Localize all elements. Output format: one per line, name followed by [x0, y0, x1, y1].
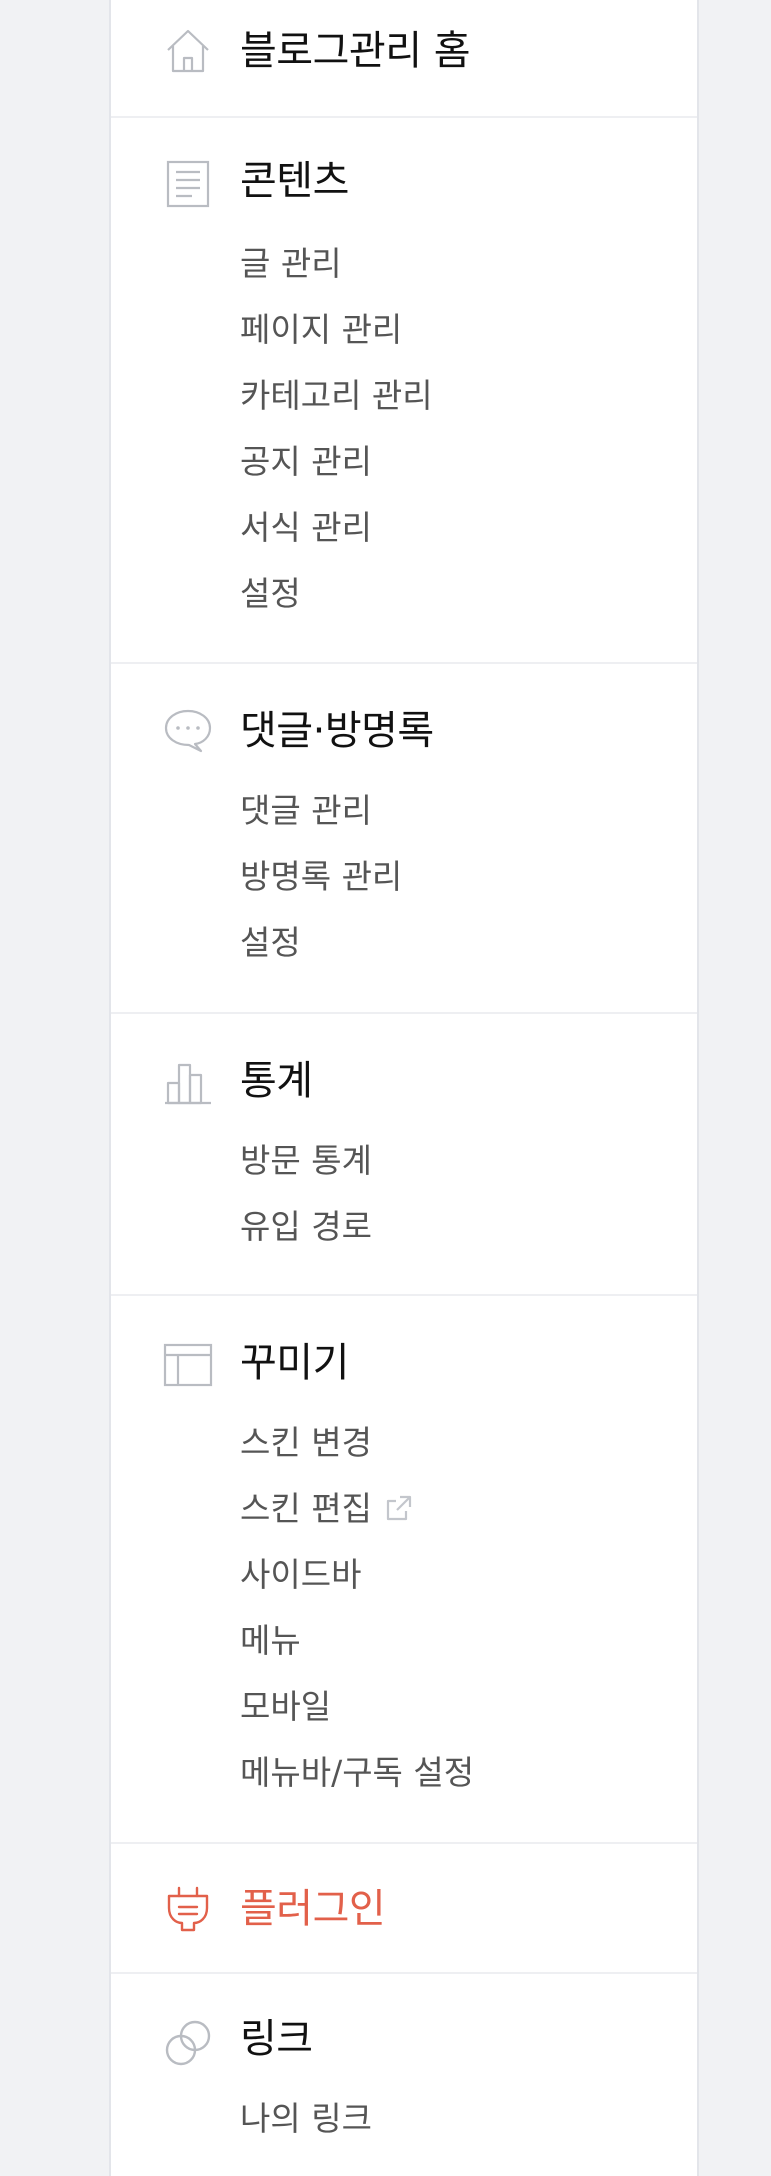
menu-comments-guestbook[interactable]: 댓글·방명록: [240, 706, 434, 756]
menu-skin-edit-label: 스킨 편집: [240, 1489, 372, 1528]
section-statistics: 통계 방문 통계 유입 경로: [111, 1014, 697, 1296]
menu-menubar-subscription-settings[interactable]: 메뉴바/구독 설정: [240, 1750, 474, 1816]
menu-category-management[interactable]: 카테고리 관리: [240, 373, 433, 439]
menu-design[interactable]: 꾸미기: [240, 1338, 349, 1388]
link-icon: [163, 2018, 213, 2068]
menu-visit-statistics[interactable]: 방문 통계: [240, 1138, 372, 1204]
menu-plugin[interactable]: 플러그인: [240, 1884, 386, 1934]
menu-comments-settings[interactable]: 설정: [240, 920, 402, 986]
document-icon: [163, 158, 213, 208]
external-link-icon: [384, 1493, 414, 1523]
menu-link[interactable]: 링크: [240, 2014, 313, 2064]
menu-contents-settings[interactable]: 설정: [240, 571, 433, 637]
design-submenu: 스킨 변경 스킨 편집 사이드바 메뉴 모바일 메뉴바/구독 설정: [240, 1420, 474, 1816]
menu-template-management[interactable]: 서식 관리: [240, 505, 433, 571]
section-comments: 댓글·방명록 댓글 관리 방명록 관리 설정: [111, 664, 697, 1014]
comments-submenu: 댓글 관리 방명록 관리 설정: [240, 788, 402, 986]
menu-notice-management[interactable]: 공지 관리: [240, 439, 433, 505]
menu-page-management[interactable]: 페이지 관리: [240, 307, 433, 373]
menu-sidebar[interactable]: 사이드바: [240, 1552, 474, 1618]
menu-comment-management[interactable]: 댓글 관리: [240, 788, 402, 854]
contents-submenu: 글 관리 페이지 관리 카테고리 관리 공지 관리 서식 관리 설정: [240, 241, 433, 637]
menu-home[interactable]: 블로그관리 홈: [240, 26, 471, 76]
speech-bubble-icon: [163, 706, 213, 756]
menu-post-management[interactable]: 글 관리: [240, 241, 433, 307]
menu-my-links[interactable]: 나의 링크: [240, 2096, 372, 2162]
section-design: 꾸미기 스킨 변경 스킨 편집 사이드바 메뉴 모바일 메뉴바/구독 설정: [111, 1296, 697, 1844]
menu-skin-edit[interactable]: 스킨 편집: [240, 1486, 474, 1552]
bar-chart-icon: [163, 1056, 213, 1106]
menu-mobile[interactable]: 모바일: [240, 1684, 474, 1750]
section-link: 링크 나의 링크: [111, 1974, 697, 2176]
menu-skin-change[interactable]: 스킨 변경: [240, 1420, 474, 1486]
link-submenu: 나의 링크: [240, 2096, 372, 2162]
statistics-submenu: 방문 통계 유입 경로: [240, 1138, 372, 1270]
home-icon: [163, 26, 213, 76]
blog-admin-sidebar: 블로그관리 홈 콘텐츠 글 관리 페이지 관리 카테고리 관리 공지 관리 서식…: [109, 0, 699, 2176]
menu-contents[interactable]: 콘텐츠: [240, 156, 349, 206]
layout-icon: [163, 1340, 213, 1390]
menu-referral-paths[interactable]: 유입 경로: [240, 1204, 372, 1270]
menu-menu[interactable]: 메뉴: [240, 1618, 474, 1684]
menu-statistics[interactable]: 통계: [240, 1056, 313, 1106]
section-home: 블로그관리 홈: [111, 0, 697, 118]
section-plugin: 플러그인: [111, 1844, 697, 1974]
menu-guestbook-management[interactable]: 방명록 관리: [240, 854, 402, 920]
section-contents: 콘텐츠 글 관리 페이지 관리 카테고리 관리 공지 관리 서식 관리 설정: [111, 118, 697, 664]
plug-icon: [163, 1884, 213, 1934]
